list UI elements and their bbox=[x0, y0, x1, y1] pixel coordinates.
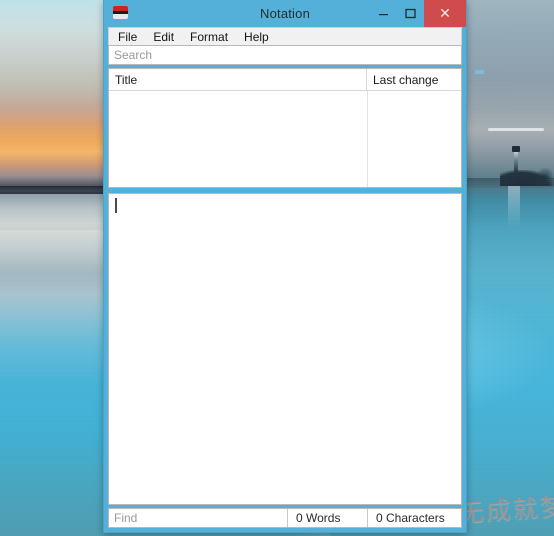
note-editor[interactable] bbox=[108, 193, 462, 505]
note-list-title-column bbox=[109, 91, 368, 187]
minimize-icon bbox=[379, 14, 388, 16]
note-list-last-change-column bbox=[368, 91, 461, 187]
menu-item-format[interactable]: Format bbox=[190, 31, 228, 43]
search-bar[interactable] bbox=[108, 45, 462, 65]
search-input[interactable] bbox=[109, 46, 461, 64]
maximize-button[interactable] bbox=[397, 0, 424, 27]
word-count-label: 0 Words bbox=[288, 509, 368, 527]
column-sort-indicator bbox=[475, 70, 484, 74]
note-list[interactable]: Title Last change bbox=[108, 68, 484, 188]
column-header-title[interactable]: Title bbox=[109, 69, 367, 90]
menu-item-edit[interactable]: Edit bbox=[153, 31, 174, 43]
close-button[interactable]: ✕ bbox=[424, 0, 466, 27]
window-titlebar[interactable]: Notation ✕ bbox=[104, 0, 466, 27]
menu-item-file[interactable]: File bbox=[118, 31, 137, 43]
note-list-header: Title Last change bbox=[109, 69, 461, 91]
desktop: 学无成就梦想 Notation ✕ File Edit Format Help … bbox=[0, 0, 554, 536]
column-header-last-change[interactable]: Last change bbox=[367, 69, 461, 90]
close-icon: ✕ bbox=[439, 5, 451, 22]
menu-item-help[interactable]: Help bbox=[244, 31, 269, 43]
minimize-button[interactable] bbox=[370, 0, 397, 27]
menu-bar: File Edit Format Help bbox=[108, 27, 462, 45]
window-client-area: File Edit Format Help Title Last change bbox=[104, 27, 484, 532]
find-input[interactable] bbox=[109, 509, 287, 527]
note-editor-input[interactable] bbox=[109, 194, 461, 504]
maximize-icon bbox=[405, 8, 416, 19]
find-field[interactable] bbox=[109, 509, 288, 527]
note-list-body[interactable] bbox=[109, 91, 461, 187]
character-count-label: 0 Characters bbox=[376, 511, 445, 525]
notation-window: Notation ✕ File Edit Format Help Search … bbox=[103, 0, 484, 533]
window-controls: ✕ bbox=[370, 0, 466, 27]
status-bar: 0 Words 0 Characters bbox=[108, 508, 462, 528]
